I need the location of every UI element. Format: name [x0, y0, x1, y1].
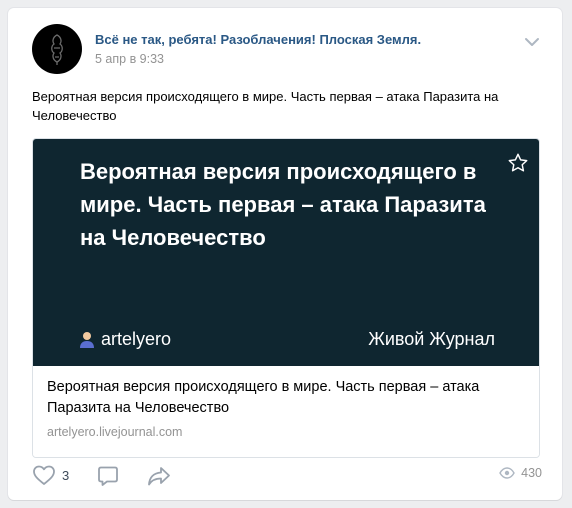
link-snippet[interactable]: Вероятная версия происходящего в мире. Ч…	[32, 138, 540, 458]
snippet-author: artelyero	[79, 329, 171, 350]
views-counter: 430	[499, 466, 542, 480]
snippet-image-title: Вероятная версия происходящего в мире. Ч…	[80, 159, 486, 250]
group-avatar[interactable]	[32, 24, 82, 74]
link-snippet-image[interactable]: Вероятная версия происходящего в мире. Ч…	[33, 139, 539, 366]
views-count: 430	[521, 466, 542, 480]
person-icon	[80, 331, 94, 348]
comment-icon[interactable]	[96, 464, 120, 488]
snippet-source: Живой Журнал	[368, 329, 495, 349]
share-icon[interactable]	[146, 464, 172, 488]
heart-icon	[33, 465, 55, 485]
like-button[interactable]: 3	[32, 464, 69, 486]
snippet-title[interactable]: Вероятная версия происходящего в мире. Ч…	[47, 377, 517, 419]
post-card: Всё не так, ребята! Разоблачения! Плоска…	[8, 8, 562, 500]
post-text: Вероятная версия происходящего в мире. Ч…	[32, 89, 499, 123]
star-icon[interactable]	[507, 152, 529, 174]
chevron-down-icon[interactable]	[523, 36, 541, 48]
eye-icon	[499, 467, 515, 479]
link-snippet-footer[interactable]: Вероятная версия происходящего в мире. Ч…	[33, 366, 539, 457]
snippet-author-name: artelyero	[101, 329, 172, 349]
snippet-domain: artelyero.livejournal.com	[47, 425, 183, 439]
post-date[interactable]: 5 апр в 9:33	[95, 52, 164, 66]
like-count: 3	[62, 467, 70, 483]
avatar-emblem-icon	[51, 34, 63, 65]
group-name-link[interactable]: Всё не так, ребята! Разоблачения! Плоска…	[95, 32, 421, 47]
post-actions: 3 430	[32, 464, 542, 492]
